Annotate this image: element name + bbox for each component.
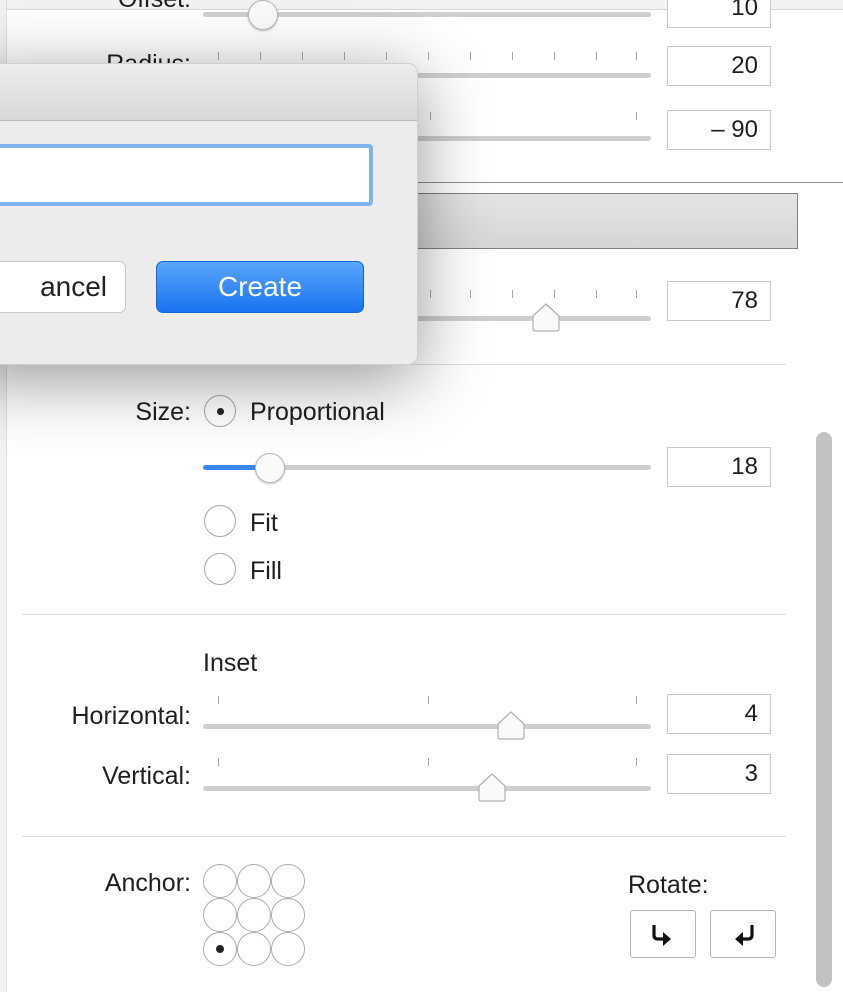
radius-tick <box>344 52 345 60</box>
scrollbar-thumb[interactable] <box>816 432 832 987</box>
offset-slider-thumb[interactable] <box>248 0 278 30</box>
radius-tick <box>260 52 261 60</box>
vertical-tick <box>218 758 219 766</box>
offset-label: Offset: <box>118 0 191 14</box>
opacity-slider-thumb[interactable] <box>530 300 562 332</box>
inset-heading: Inset <box>203 649 258 677</box>
size-proportional-radio[interactable] <box>204 395 236 427</box>
horizontal-label: Horizontal: <box>71 702 192 730</box>
radius-tick <box>596 52 597 60</box>
radius-tick <box>218 52 219 60</box>
opacity-tick <box>596 290 597 298</box>
opacity-tick <box>430 290 431 298</box>
anchor-middle-left[interactable] <box>203 898 237 932</box>
vertical-field[interactable]: 3 <box>667 754 771 794</box>
anchor-top-right[interactable] <box>271 864 305 898</box>
section-divider <box>22 836 786 837</box>
vertical-label: Vertical: <box>102 762 191 790</box>
opacity-tick <box>470 290 471 298</box>
size-fit-label: Fit <box>250 509 278 537</box>
anchor-middle-center[interactable] <box>237 898 271 932</box>
vertical-tick <box>428 758 429 766</box>
radius-tick <box>428 52 429 60</box>
radius-tick <box>386 52 387 60</box>
horizontal-tick <box>636 696 637 704</box>
new-item-dialog: ancel Create <box>0 63 418 365</box>
section-separator <box>396 182 843 183</box>
radius-tick <box>512 52 513 60</box>
anchor-bottom-right[interactable] <box>271 932 305 966</box>
angle-field[interactable]: – 90 <box>667 110 771 150</box>
horizontal-slider-thumb[interactable] <box>495 708 527 740</box>
opacity-field[interactable]: 78 <box>667 281 771 321</box>
radius-tick <box>636 52 637 60</box>
size-fill-label: Fill <box>250 557 282 585</box>
size-fill-radio[interactable] <box>204 553 236 585</box>
horizontal-slider-track[interactable] <box>203 724 651 729</box>
horizontal-tick <box>218 696 219 704</box>
opacity-tick <box>636 290 637 298</box>
horizontal-tick <box>428 696 429 704</box>
size-fit-radio[interactable] <box>204 505 236 537</box>
create-button[interactable]: Create <box>156 261 364 313</box>
section-divider <box>22 614 786 615</box>
horizontal-field[interactable]: 4 <box>667 694 771 734</box>
radius-tick <box>554 52 555 60</box>
opacity-tick <box>554 290 555 298</box>
radius-field[interactable]: 20 <box>667 46 771 86</box>
dialog-titlebar <box>0 64 417 121</box>
vertical-slider-thumb[interactable] <box>476 770 508 802</box>
anchor-bottom-left[interactable] <box>203 932 237 966</box>
anchor-top-left[interactable] <box>203 864 237 898</box>
radius-tick <box>302 52 303 60</box>
size-proportional-label: Proportional <box>250 398 385 426</box>
anchor-middle-right[interactable] <box>271 898 305 932</box>
rotate-counterclockwise-icon <box>735 925 754 946</box>
angle-tick <box>430 112 431 120</box>
anchor-top-center[interactable] <box>237 864 271 898</box>
size-field[interactable]: 18 <box>667 447 771 487</box>
anchor-label: Anchor: <box>104 869 191 897</box>
name-input[interactable] <box>0 144 373 206</box>
offset-field[interactable]: 10 <box>667 0 771 28</box>
rotate-clockwise-button[interactable] <box>630 910 696 958</box>
cancel-button[interactable]: ancel <box>0 261 126 313</box>
vertical-slider-track[interactable] <box>203 786 651 791</box>
vertical-tick <box>636 758 637 766</box>
rotate-counterclockwise-button[interactable] <box>710 910 776 958</box>
size-label: Size: <box>135 398 191 426</box>
opacity-tick <box>512 290 513 298</box>
angle-tick <box>636 112 637 120</box>
size-slider-thumb[interactable] <box>255 453 285 483</box>
rotate-label: Rotate: <box>628 871 709 899</box>
rotate-clockwise-icon <box>652 925 671 946</box>
radius-tick <box>470 52 471 60</box>
anchor-bottom-center[interactable] <box>237 932 271 966</box>
